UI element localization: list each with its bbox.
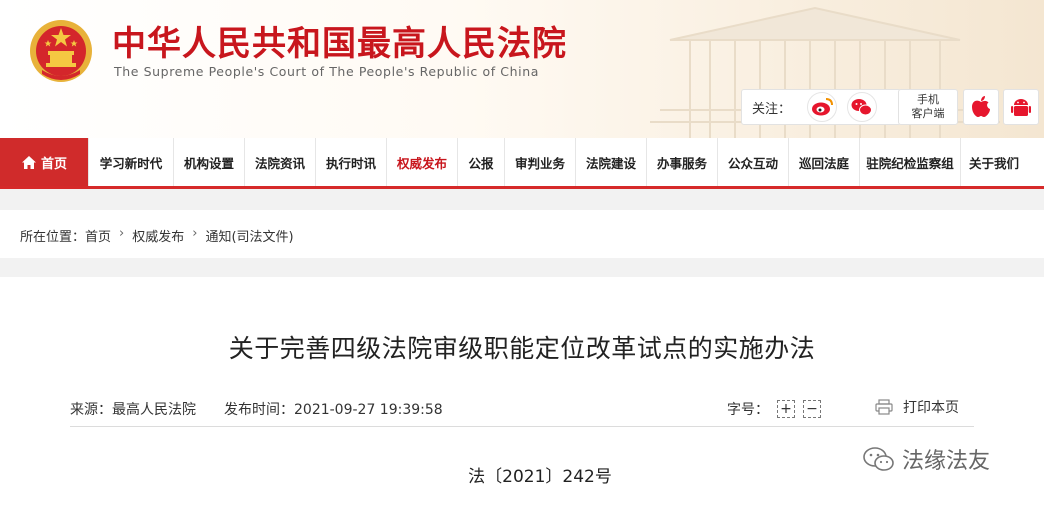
breadcrumb-notice[interactable]: 通知(司法文件) [205, 226, 293, 245]
breadcrumb-prefix: 所在位置： [20, 230, 86, 245]
site-title-cn: 中华人民共和国最高人民法院 [112, 24, 567, 64]
home-icon [21, 155, 36, 169]
nav-item-study[interactable]: 学习新时代 [88, 138, 173, 186]
nav-item-trial-business[interactable]: 审判业务 [504, 138, 575, 186]
mobile-client-link[interactable]: 手机 客户端 [898, 89, 958, 125]
time-value: 2021-09-27 19:39:58 [294, 402, 443, 418]
nav-item-discipline-group[interactable]: 驻院纪检监察组 [859, 138, 960, 186]
font-decrease-button[interactable]: − [803, 400, 821, 418]
nav-item-enforcement-news[interactable]: 执行时讯 [315, 138, 386, 186]
breadcrumb-bar: 所在位置： 首页 › 权威发布 › 通知(司法文件) [0, 210, 1044, 258]
nav-item-authoritative-release[interactable]: 权威发布 [386, 138, 457, 186]
site-header: 中华人民共和国最高人民法院 The Supreme People's Court… [0, 0, 1044, 138]
nav-item-gazette[interactable]: 公报 [457, 138, 504, 186]
nav-item-services[interactable]: 办事服务 [646, 138, 717, 186]
font-size-control: 字号： + − [727, 399, 821, 419]
breadcrumb-authoritative-release[interactable]: 权威发布 [132, 226, 184, 245]
android-icon[interactable] [1003, 89, 1039, 125]
mobile-label-line1: 手机 [917, 93, 939, 106]
article-panel: 关于完善四级法院审级职能定位改革试点的实施办法 来源：最高人民法院 发布时间：20… [0, 277, 1044, 505]
font-size-label: 字号： [727, 402, 769, 418]
chevron-right-icon: › [119, 226, 125, 241]
font-increase-button[interactable]: + [777, 400, 795, 418]
nav-home[interactable]: 首页 [0, 138, 88, 186]
breadcrumb: 所在位置： 首页 › 权威发布 › 通知(司法文件) [20, 226, 294, 245]
nav-item-about-us[interactable]: 关于我们 [960, 138, 1027, 186]
nav-home-label: 首页 [40, 156, 67, 172]
nav-items: 学习新时代 机构设置 法院资讯 执行时讯 权威发布 公报 审判业务 法院建设 办… [88, 138, 1027, 186]
nav-item-organization[interactable]: 机构设置 [173, 138, 244, 186]
nav-item-public-interaction[interactable]: 公众互动 [717, 138, 788, 186]
site-title-en: The Supreme People's Court of The People… [114, 64, 539, 79]
breadcrumb-home[interactable]: 首页 [85, 226, 111, 245]
print-label: 打印本页 [903, 400, 959, 416]
wechat-watermark-icon [863, 447, 894, 471]
chevron-right-icon: › [192, 226, 198, 241]
national-emblem[interactable] [28, 18, 94, 84]
print-button[interactable]: 打印本页 [875, 397, 959, 417]
follow-label: 关注： [752, 102, 792, 117]
nav-item-court-news[interactable]: 法院资讯 [244, 138, 315, 186]
watermark: 法缘法友 [862, 443, 990, 475]
source-label: 来源： [70, 402, 112, 418]
time-label: 发布时间： [224, 402, 294, 418]
nav-item-court-building[interactable]: 法院建设 [575, 138, 646, 186]
apple-icon[interactable] [963, 89, 999, 125]
nav-item-circuit-court[interactable]: 巡回法庭 [788, 138, 859, 186]
article-meta: 来源：最高人民法院 发布时间：2021-09-27 19:39:58 [70, 399, 443, 419]
watermark-text: 法缘法友 [902, 449, 991, 474]
main-nav: 首页 学习新时代 机构设置 法院资讯 执行时讯 权威发布 公报 审判业务 法院建… [0, 138, 1044, 189]
printer-icon [875, 399, 893, 415]
mobile-label-line2: 客户端 [911, 107, 945, 120]
source-value: 最高人民法院 [112, 402, 196, 418]
wechat-icon[interactable] [847, 92, 877, 122]
meta-divider [70, 426, 974, 427]
weibo-icon[interactable] [807, 92, 837, 122]
follow-bar: 关注： [741, 89, 901, 125]
article-title: 关于完善四级法院审级职能定位改革试点的实施办法 [228, 334, 816, 363]
